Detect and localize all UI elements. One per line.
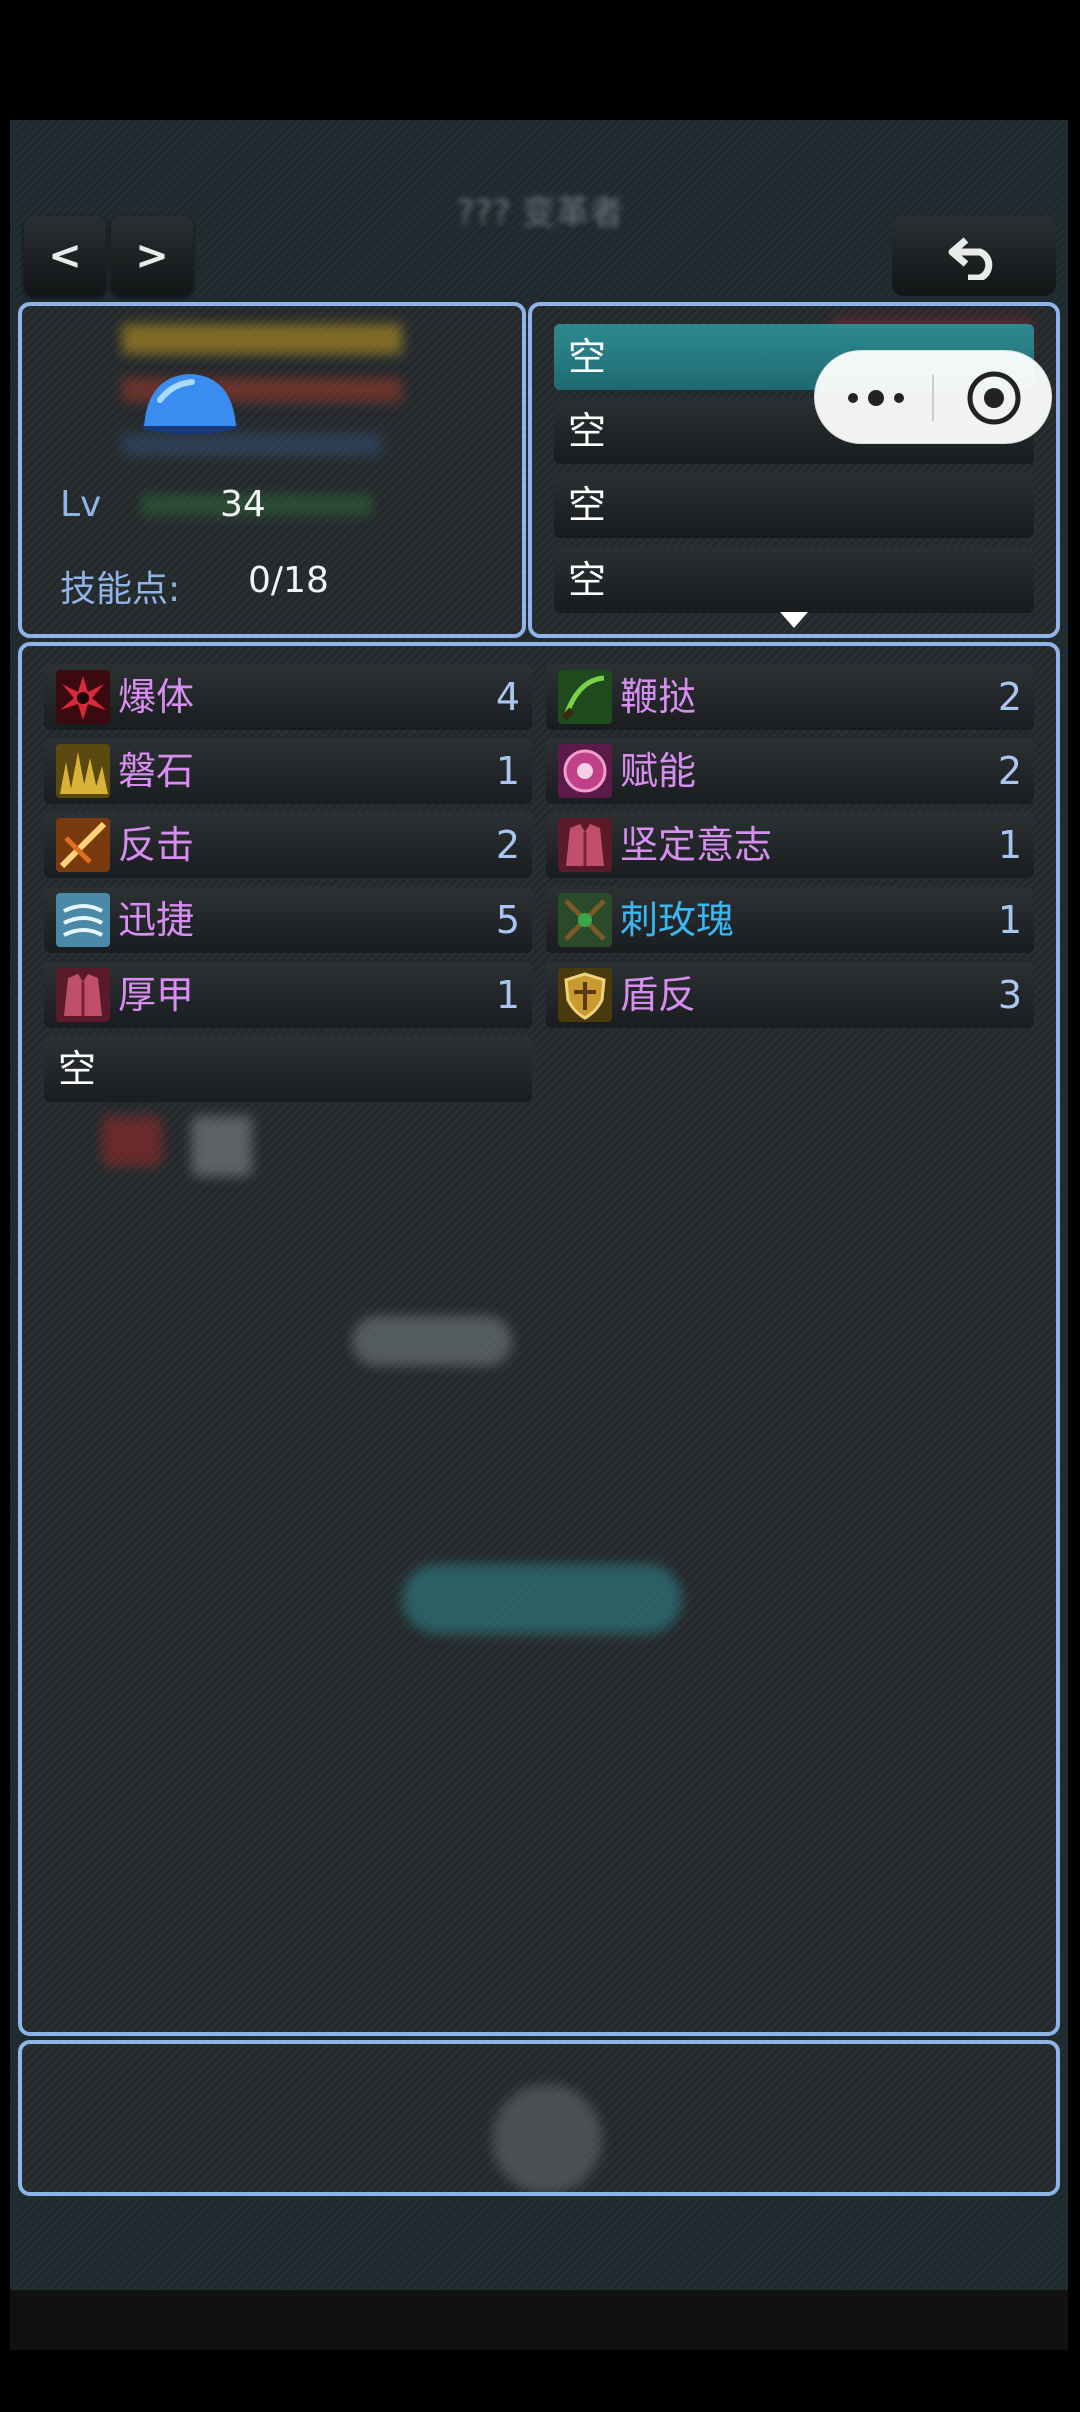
next-label: > [135,233,169,279]
bottom-black-bar [10,2290,1068,2350]
skill-left-4[interactable]: 迅捷 5 [44,887,532,953]
whip-icon [558,670,612,724]
skill-left-empty[interactable]: 空 [44,1036,532,1102]
skill-name: 迅捷 [118,898,195,942]
skill-level: 2 [495,823,520,867]
skill-level: 2 [997,749,1022,793]
bottom-panel [18,2040,1060,2196]
skill-points-label: 技能点: [60,569,181,610]
skill-level: 5 [495,898,520,942]
level-label: Lv [60,484,102,525]
swift-wind-icon [56,893,110,947]
counter-slash-icon [56,818,110,872]
red-burst-icon [56,670,110,724]
empower-rune-icon [558,744,612,798]
armor-vest-icon [558,818,612,872]
skill-left-2[interactable]: 磐石 1 [44,738,532,804]
back-button[interactable] [892,216,1056,296]
slot-1-label: 空 [568,335,607,379]
shield-icon [558,968,612,1022]
skill-name: 磐石 [118,749,195,793]
miniprogram-capsule [814,350,1052,444]
slot-3[interactable]: 空 [554,472,1034,538]
skill-level: 4 [495,675,520,719]
skill-name: 赋能 [620,749,697,793]
thorn-rose-icon [558,893,612,947]
prev-label: < [48,233,82,279]
rock-spikes-icon [56,744,110,798]
prev-button[interactable]: < [24,216,106,296]
next-button[interactable]: > [111,216,193,296]
blue-slime-icon [142,374,238,434]
skill-level: 1 [495,973,520,1017]
skill-level: 3 [997,973,1022,1017]
skill-left-3[interactable]: 反击 2 [44,812,532,878]
skill-right-4[interactable]: 刺玫瑰 1 [546,887,1034,953]
page-title: ??? 变革者 [456,193,624,233]
slot-4[interactable]: 空 [554,547,1034,613]
skill-left-1[interactable]: 爆体 4 [44,664,532,730]
slot-3-label: 空 [568,483,607,527]
skill-points-value: 0/18 [248,560,329,601]
level-value: 34 [220,484,266,525]
skill-level: 2 [997,675,1022,719]
skill-level: 1 [997,823,1022,867]
dropdown-arrow-icon[interactable] [780,612,808,628]
skill-name: 反击 [118,823,195,867]
slot-4-label: 空 [568,558,607,602]
skill-name: 爆体 [118,675,195,719]
more-dots-icon[interactable] [845,381,907,415]
skill-right-3[interactable]: 坚定意志 1 [546,812,1034,878]
skill-name: 盾反 [620,973,697,1017]
skill-name: 厚甲 [118,973,195,1017]
target-close-icon[interactable] [965,369,1023,427]
capsule-divider [932,375,934,421]
undo-arrow-icon [948,237,993,280]
skill-name: 鞭挞 [620,675,697,719]
skill-right-1[interactable]: 鞭挞 2 [546,664,1034,730]
skill-right-2[interactable]: 赋能 2 [546,738,1034,804]
armor-vest-icon [56,968,110,1022]
slot-2-label: 空 [568,409,607,453]
skill-level: 1 [997,898,1022,942]
skill-left-5[interactable]: 厚甲 1 [44,962,532,1028]
skill-name: 坚定意志 [620,823,773,867]
skill-right-5[interactable]: 盾反 3 [546,962,1034,1028]
skill-level: 1 [495,749,520,793]
skill-name: 刺玫瑰 [620,898,735,942]
character-panel: Lv 34 技能点: 0/18 [18,302,526,638]
empty-skill-label: 空 [58,1047,97,1091]
